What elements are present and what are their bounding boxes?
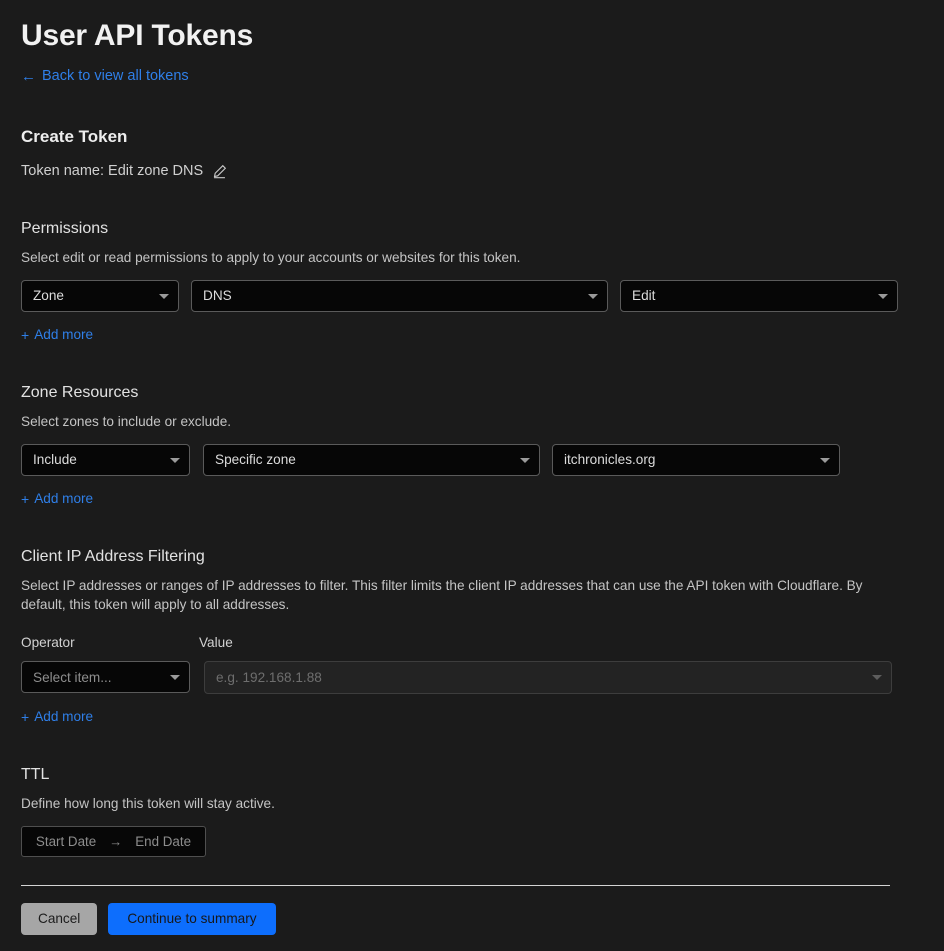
permissions-row: Zone DNS Edit: [21, 279, 923, 312]
client-ip-filter-row: Select item... e.g. 192.168.1.88: [21, 660, 923, 694]
chevron-down-icon: [170, 457, 180, 463]
permission-resource-value: DNS: [203, 288, 232, 303]
ttl-heading: TTL: [21, 765, 50, 783]
token-name-label: Token name: Edit zone DNS: [21, 162, 204, 179]
ttl-description: Define how long this token will stay act…: [21, 795, 275, 811]
cancel-button[interactable]: Cancel: [21, 903, 98, 935]
client-ip-filtering-section: Client IP Address Filtering Select IP ad…: [21, 546, 923, 727]
value-label: Value: [199, 634, 233, 650]
back-link-label: Back to view all tokens: [42, 68, 189, 84]
permission-access-value: Edit: [632, 288, 656, 303]
client-ip-filtering-description: Select IP addresses or ranges of IP addr…: [21, 577, 863, 612]
permissions-description: Select edit or read permissions to apply…: [21, 249, 521, 265]
permissions-add-more-button[interactable]: + Add more: [21, 326, 93, 344]
ttl-end-date-field[interactable]: End Date: [135, 834, 191, 849]
permissions-heading: Permissions: [21, 219, 109, 237]
plus-icon: +: [21, 490, 30, 507]
user-api-tokens-page: User API Tokens ← Back to view all token…: [0, 0, 944, 951]
back-arrow-icon: ←: [21, 67, 36, 85]
zone-resources-row: Include Specific zone itchronicles.org: [21, 443, 923, 476]
edit-token-name-pencil-icon[interactable]: [212, 164, 227, 179]
zone-name-value: itchronicles.org: [564, 452, 656, 467]
chevron-down-icon: [170, 675, 180, 680]
zone-inclusion-select[interactable]: Include: [21, 443, 190, 476]
client-ip-add-more-button[interactable]: + Add more: [21, 708, 93, 726]
permissions-add-more-label: Add more: [34, 326, 94, 342]
ip-value-placeholder: e.g. 192.168.1.88: [216, 669, 322, 685]
continue-to-summary-button[interactable]: Continue to summary: [108, 903, 276, 935]
permission-scope-value: Zone: [33, 288, 64, 303]
chevron-down-icon: [820, 457, 830, 463]
footer-divider: [21, 885, 890, 886]
zone-resources-section: Zone Resources Select zones to include o…: [21, 382, 923, 509]
client-ip-field-labels: Operator Value: [21, 634, 923, 652]
zone-resources-description: Select zones to include or exclude.: [21, 413, 232, 429]
back-to-all-tokens-link[interactable]: ← Back to view all tokens: [21, 67, 189, 85]
zone-resources-heading: Zone Resources: [21, 383, 139, 401]
permission-access-select[interactable]: Edit: [620, 279, 898, 312]
zone-scope-select[interactable]: Specific zone: [203, 443, 540, 476]
zone-name-select[interactable]: itchronicles.org: [552, 443, 840, 476]
chevron-down-icon: [159, 293, 169, 299]
chevron-down-icon: [588, 293, 598, 299]
token-name-row: Token name: Edit zone DNS: [21, 162, 923, 181]
footer-actions: Cancel Continue to summary: [21, 903, 276, 935]
plus-icon: +: [21, 708, 30, 725]
zone-resources-add-more-button[interactable]: + Add more: [21, 490, 93, 508]
operator-value: Select item...: [33, 669, 112, 685]
chevron-down-icon: [872, 675, 882, 680]
zone-resources-add-more-label: Add more: [34, 490, 94, 506]
ttl-section: TTL Define how long this token will stay…: [21, 764, 923, 857]
ttl-start-date-field[interactable]: Start Date: [36, 834, 96, 849]
operator-select[interactable]: Select item...: [21, 661, 190, 693]
create-token-heading: Create Token: [21, 126, 128, 146]
permissions-section: Permissions Select edit or read permissi…: [21, 218, 923, 345]
arrow-right-icon: →: [109, 833, 123, 849]
permission-scope-select[interactable]: Zone: [21, 279, 179, 312]
client-ip-add-more-label: Add more: [34, 708, 94, 724]
client-ip-filtering-heading: Client IP Address Filtering: [21, 547, 205, 565]
operator-label: Operator: [21, 634, 75, 650]
plus-icon: +: [21, 326, 30, 343]
zone-scope-value: Specific zone: [215, 452, 296, 467]
chevron-down-icon: [878, 293, 888, 299]
zone-inclusion-value: Include: [33, 452, 77, 467]
page-title: User API Tokens: [21, 19, 254, 52]
chevron-down-icon: [520, 457, 530, 463]
ttl-date-range-picker[interactable]: Start Date → End Date: [21, 825, 206, 857]
ip-value-input[interactable]: e.g. 192.168.1.88: [204, 660, 892, 694]
permission-resource-select[interactable]: DNS: [191, 279, 608, 312]
